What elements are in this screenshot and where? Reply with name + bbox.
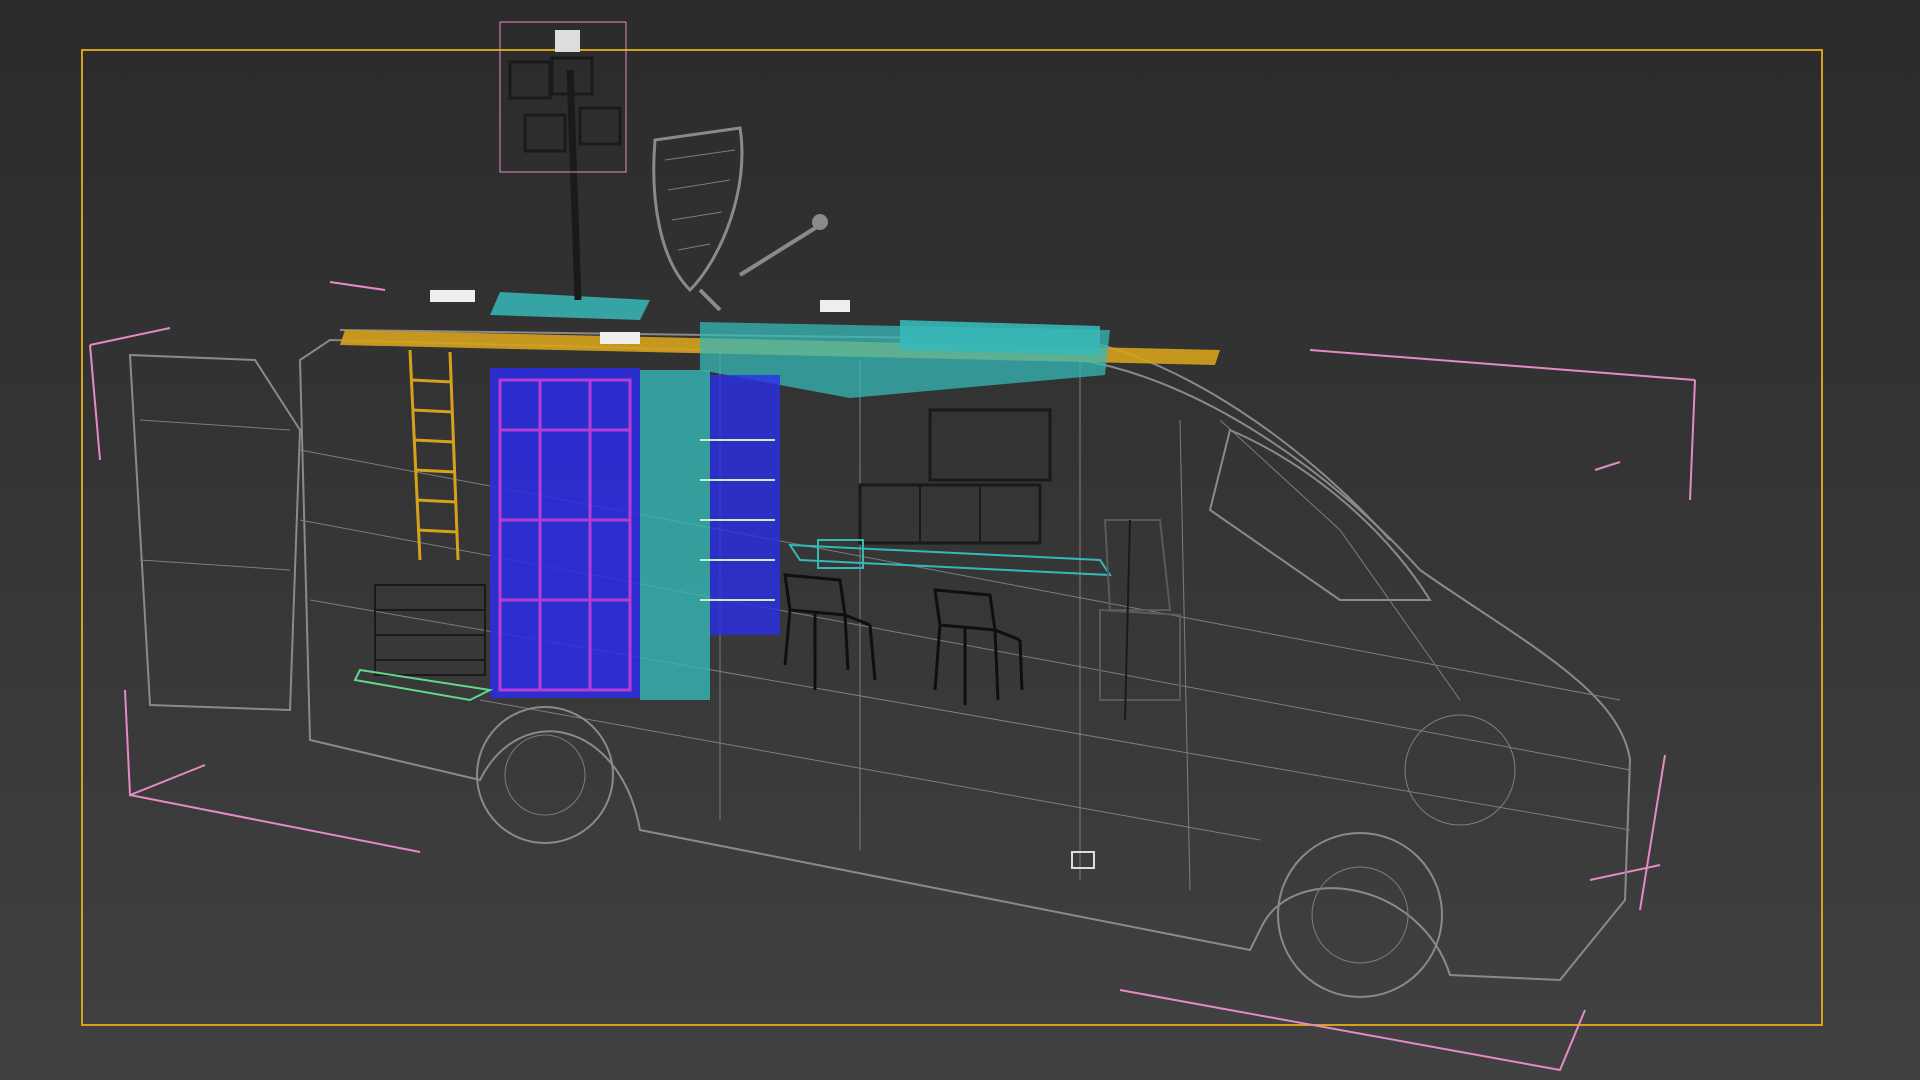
operator-desk — [788, 543, 1112, 577]
front-wheel — [1277, 832, 1443, 998]
viewport-canvas[interactable] — [0, 0, 1920, 1080]
light-mast — [499, 21, 627, 301]
rear-wheel — [476, 706, 614, 844]
lower-shelf-equipment — [353, 584, 494, 702]
door-handle — [1071, 851, 1095, 869]
equipment-rack[interactable] — [490, 368, 780, 700]
van-wireframe[interactable] — [128, 329, 1632, 998]
selection-bounding-box — [89, 281, 1696, 1072]
ladder — [408, 349, 460, 561]
cab-interior — [1099, 519, 1181, 721]
3d-viewport[interactable] — [0, 0, 1920, 1080]
chair-1 — [783, 573, 877, 690]
satellite-dish — [652, 126, 828, 312]
safe-frame — [81, 49, 1823, 1026]
monitor-wall — [817, 408, 1052, 569]
